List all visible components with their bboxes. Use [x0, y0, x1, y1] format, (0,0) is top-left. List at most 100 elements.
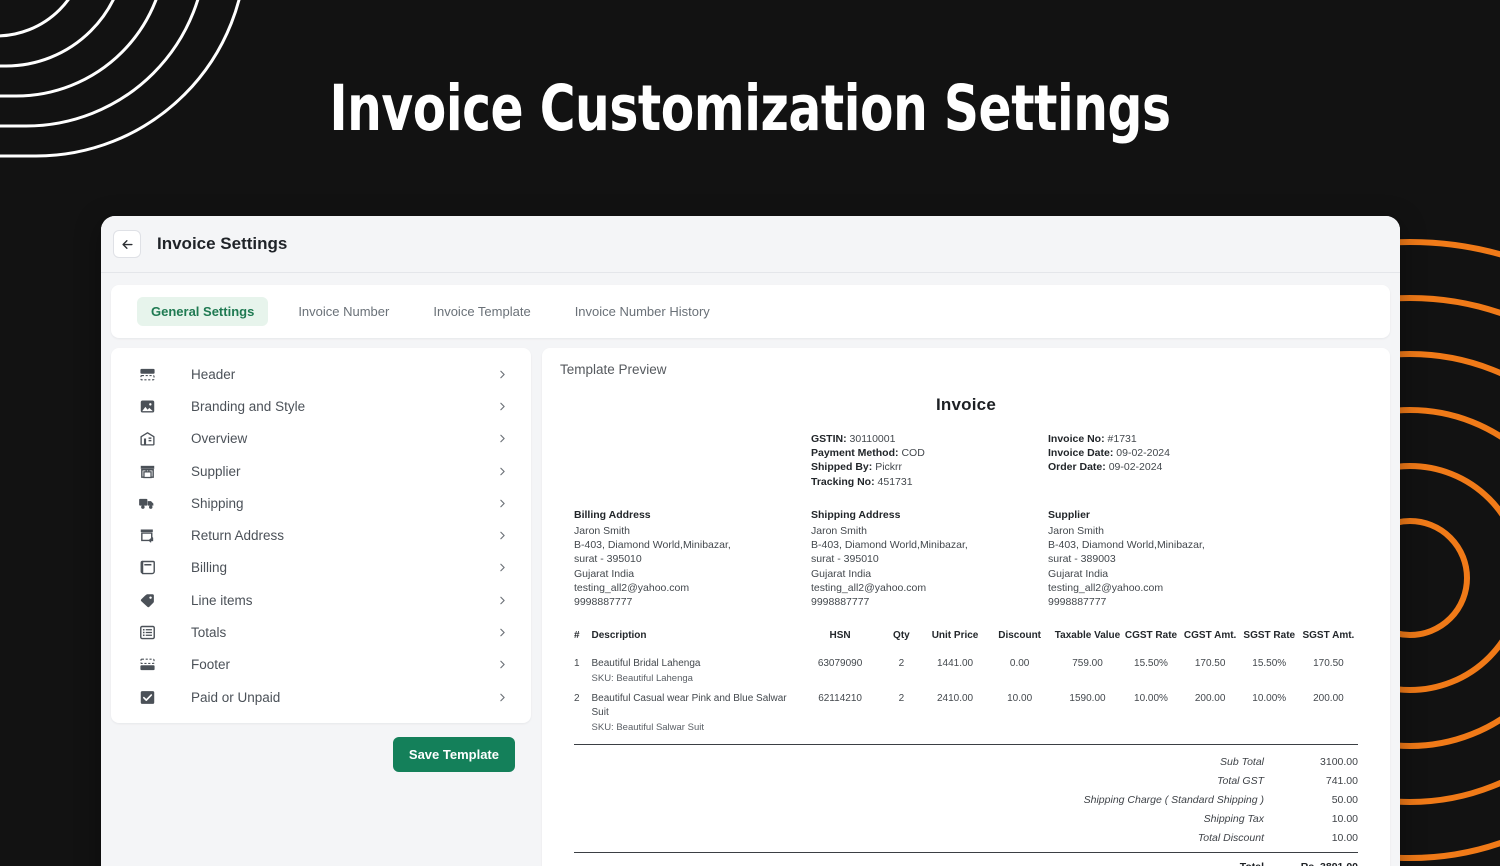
app-window: Invoice Settings General Settings Invoic… [101, 216, 1400, 866]
cell-discount: 0.00 [1009, 658, 1030, 670]
address-line: surat - 395010 [811, 553, 879, 566]
tab-invoice-template[interactable]: Invoice Template [419, 297, 544, 326]
return-box-icon [136, 527, 158, 544]
sidebar-item-label: Supplier [191, 463, 241, 479]
chevron-right-icon [496, 465, 509, 478]
totals-label: Total Discount [1197, 831, 1264, 844]
line-items-body: 1 Beautiful Bridal Lahenga SKU: Beautifu… [574, 650, 1358, 734]
totals-row: Total GST 741.00 [574, 771, 1358, 790]
sidebar-item-branding-and-style[interactable]: Branding and Style [111, 390, 531, 422]
tab-bar: General Settings Invoice Number Invoice … [111, 285, 1390, 338]
col-sgst-amt: SGST Amt. [1302, 630, 1355, 642]
cell-unit-price: 2410.00 [936, 693, 974, 705]
address-line: testing_all2@yahoo.com [1048, 581, 1164, 594]
tab-general-settings[interactable]: General Settings [137, 297, 269, 326]
invoice-totals: Sub Total 3100.00 Total GST 741.00 Shipp… [574, 752, 1358, 866]
sidebar-item-shipping[interactable]: Shipping [111, 487, 531, 519]
col-index: # [574, 630, 580, 642]
tag-icon [136, 592, 158, 609]
col-unit-price: Unit Price [931, 630, 979, 642]
col-qty: Qty [893, 630, 910, 642]
address-line: 9998887777 [811, 596, 870, 609]
sidebar-item-billing[interactable]: Billing [111, 552, 531, 584]
image-icon [136, 398, 158, 415]
items-divider [574, 744, 1358, 746]
sidebar-item-label: Paid or Unpaid [191, 689, 281, 705]
cell-sgst-amt: 170.50 [1313, 658, 1344, 670]
meta-label: Tracking No: [811, 475, 875, 488]
cell-qty: 2 [898, 693, 905, 705]
truck-icon [136, 494, 158, 512]
cell-hsn: 63079090 [817, 658, 863, 670]
cell-index: 2 [574, 693, 580, 705]
receipt-icon [136, 559, 158, 576]
meta-label: GSTIN: [811, 433, 847, 445]
chevron-right-icon [496, 368, 509, 381]
chevron-right-icon [496, 529, 509, 542]
chevron-right-icon [496, 432, 509, 445]
preview-label: Template Preview [560, 362, 667, 377]
meta-spacer [574, 432, 811, 489]
sidebar-item-paid-or-unpaid[interactable]: Paid or Unpaid [111, 681, 531, 713]
checkbox-icon [136, 689, 158, 706]
sidebar-item-totals[interactable]: Totals [111, 616, 531, 648]
tab-invoice-number[interactable]: Invoice Number [284, 297, 403, 326]
invoice-addresses: Billing Address Jaron Smith B-403, Diamo… [574, 508, 1358, 609]
meta-value: 30110001 [849, 433, 896, 445]
sidebar-item-supplier[interactable]: Supplier [111, 455, 531, 487]
address-line: Gujarat India [1048, 567, 1109, 580]
sidebar-item-label: Shipping [191, 495, 244, 511]
page-title: Invoice Customization Settings [329, 72, 1171, 145]
totals-value: 10.00 [1331, 812, 1358, 825]
address-heading: Supplier [1048, 508, 1091, 521]
item-description: Beautiful Bridal Lahenga [591, 658, 701, 670]
cell-sgst-amt: 200.00 [1313, 693, 1344, 705]
chevron-right-icon [496, 658, 509, 671]
address-line: testing_all2@yahoo.com [811, 581, 927, 594]
address-line: B-403, Diamond World,Minibazar, [811, 539, 968, 552]
meta-value: COD [901, 447, 925, 460]
col-cgst-rate: CGST Rate [1124, 630, 1178, 642]
totals-value: 3100.00 [1320, 755, 1358, 768]
save-template-row: Save Template [111, 723, 531, 773]
tab-invoice-number-history[interactable]: Invoice Number History [561, 297, 724, 326]
meta-label: Invoice Date: [1048, 447, 1114, 460]
address-line: B-403, Diamond World,Minibazar, [574, 539, 731, 552]
screenshot-root: Invoice Customization Settings Invoice S… [0, 0, 1500, 866]
address-line: Jaron Smith [811, 525, 868, 538]
address-line: surat - 389003 [1048, 553, 1116, 566]
sidebar-item-label: Footer [191, 657, 231, 673]
address-line: Gujarat India [811, 567, 872, 580]
save-template-button[interactable]: Save Template [392, 737, 515, 773]
cell-description: Beautiful Bridal Lahenga SKU: Beautiful … [592, 650, 802, 685]
sidebar-item-overview[interactable]: Overview [111, 423, 531, 455]
item-sku: SKU: Beautiful Lahenga [591, 672, 693, 684]
address-heading: Billing Address [574, 508, 651, 521]
building-icon [136, 430, 158, 447]
chevron-right-icon [496, 497, 509, 510]
sidebar-item-label: Billing [191, 560, 228, 576]
sidebar-item-return-address[interactable]: Return Address [111, 519, 531, 551]
address-line: surat - 395010 [574, 553, 642, 566]
cell-cgst-amt: 200.00 [1194, 693, 1226, 705]
address-line: testing_all2@yahoo.com [574, 581, 690, 594]
table-row: 1 Beautiful Bridal Lahenga SKU: Beautifu… [574, 650, 1358, 685]
back-button[interactable] [113, 230, 141, 258]
totals-row: Total Discount 10.00 [574, 828, 1358, 847]
totals-label: Shipping Charge ( Standard Shipping ) [1083, 793, 1264, 806]
grand-total-row: Total Rs. 3891.00 [574, 853, 1358, 866]
sidebar-item-footer[interactable]: Footer [111, 649, 531, 681]
app-header: Invoice Settings [101, 216, 1400, 273]
col-sgst-rate: SGST Rate [1243, 630, 1296, 642]
meta-label: Invoice No: [1048, 433, 1105, 445]
address-heading: Shipping Address [811, 508, 901, 521]
invoice-document: Invoice GSTIN: 30110001 Payment Method: … [560, 395, 1372, 866]
cell-sgst-rate: 15.50% [1252, 658, 1287, 670]
invoice-meta-left: GSTIN: 30110001 Payment Method: COD Ship… [811, 432, 1048, 489]
col-cgst-amt: CGST Amt. [1183, 630, 1237, 642]
arrow-left-icon [120, 237, 135, 252]
sidebar-item-header[interactable]: Header [111, 358, 531, 390]
sidebar-item-line-items[interactable]: Line items [111, 584, 531, 616]
cell-qty: 2 [898, 658, 905, 670]
totals-row: Shipping Tax 10.00 [574, 809, 1358, 828]
